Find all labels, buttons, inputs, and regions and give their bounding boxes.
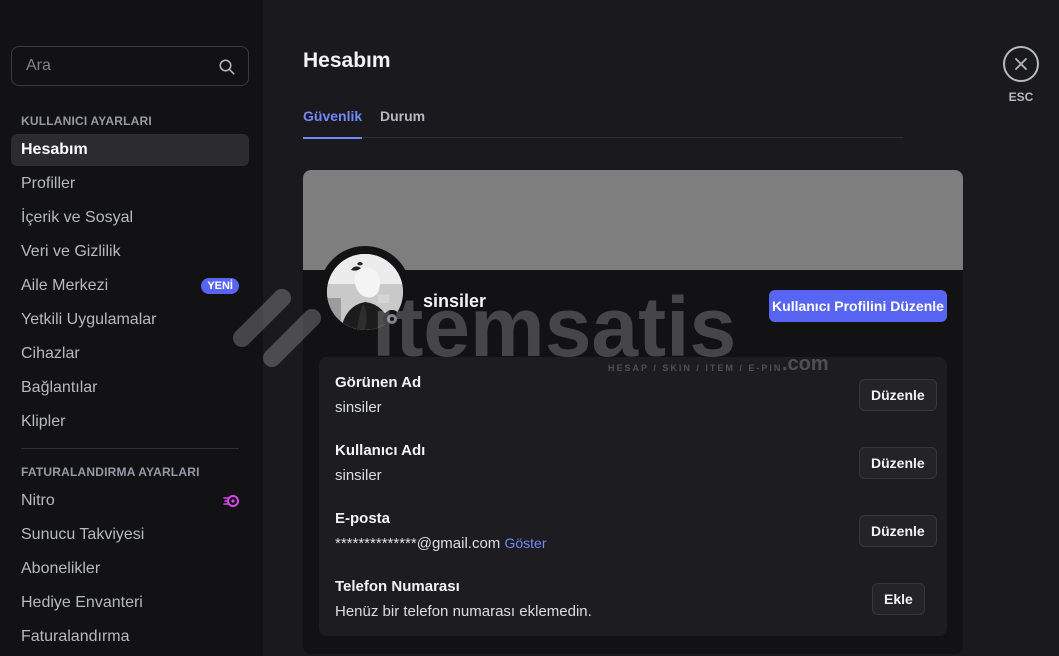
- sidebar-item-billing[interactable]: Faturalandırma: [11, 621, 249, 653]
- field-value: Henüz bir telefon numarası eklemedin.: [335, 603, 592, 620]
- sidebar-item-server-boost[interactable]: Sunucu Takviyesi: [11, 519, 249, 551]
- edit-display-name-button[interactable]: Düzenle: [859, 379, 937, 411]
- sidebar-item-label: Aile Merkezi: [21, 277, 109, 294]
- sidebar-item-data-privacy[interactable]: Veri ve Gizlilik: [11, 236, 249, 268]
- search-input[interactable]: [12, 47, 248, 85]
- sidebar-item-label: Sunucu Takviyesi: [21, 526, 145, 543]
- field-value-row: **************@gmail.com Göster: [335, 535, 547, 552]
- sidebar-divider: [21, 448, 239, 449]
- sidebar-item-clips[interactable]: Klipler: [11, 406, 249, 438]
- sidebar-item-profiles[interactable]: Profiller: [11, 168, 249, 200]
- page-title: Hesabım: [303, 49, 391, 72]
- sidebar-item-label: İçerik ve Sosyal: [21, 209, 134, 226]
- field-label: Telefon Numarası: [335, 578, 460, 595]
- status-offline-icon: [387, 314, 397, 324]
- field-phone: Telefon Numarası Henüz bir telefon numar…: [335, 578, 592, 620]
- profile-banner: [303, 170, 963, 270]
- edit-user-profile-button[interactable]: Kullanıcı Profilini Düzenle: [769, 290, 947, 322]
- sidebar-item-gift-inventory[interactable]: Hediye Envanteri: [11, 587, 249, 619]
- sidebar-item-label: Hediye Envanteri: [21, 594, 143, 611]
- sidebar-item-label: Veri ve Gizlilik: [21, 243, 121, 260]
- settings-sidebar: KULLANICI AYARLARI Hesabım Profiller İçe…: [0, 0, 263, 656]
- settings-content: Hesabım Güvenlik Durum ESC sinsiler Kull…: [263, 0, 1059, 656]
- field-label: Görünen Ad: [335, 374, 422, 391]
- field-value: sinsiler: [335, 399, 382, 416]
- nitro-icon: [223, 495, 239, 507]
- sidebar-item-my-account[interactable]: Hesabım: [11, 134, 249, 166]
- sidebar-item-label: Nitro: [21, 492, 55, 509]
- sidebar-item-label: Faturalandırma: [21, 628, 130, 645]
- add-phone-button[interactable]: Ekle: [872, 583, 925, 615]
- edit-username-button[interactable]: Düzenle: [859, 447, 937, 479]
- sidebar-item-family-center[interactable]: Aile Merkezi YENİ: [11, 270, 249, 302]
- tab-bar: Güvenlik Durum: [303, 104, 903, 139]
- sidebar-item-label: Yetkili Uygulamalar: [21, 311, 157, 328]
- sidebar-item-nitro[interactable]: Nitro: [11, 485, 249, 517]
- new-badge: YENİ: [201, 278, 239, 294]
- search-box: [11, 46, 249, 86]
- reveal-email-link[interactable]: Göster: [504, 535, 546, 551]
- sidebar-item-label: Bağlantılar: [21, 379, 98, 396]
- sidebar-item-label: Hesabım: [21, 141, 88, 158]
- field-label: E-posta: [335, 510, 391, 527]
- sidebar-item-connections[interactable]: Bağlantılar: [11, 372, 249, 404]
- status-indicator: [383, 310, 401, 328]
- tab-security[interactable]: Güvenlik: [303, 108, 363, 139]
- account-card: sinsiler Kullanıcı Profilini Düzenle Gör…: [303, 170, 963, 654]
- sidebar-item-label: Cihazlar: [21, 345, 80, 362]
- sidebar-item-subscriptions[interactable]: Abonelikler: [11, 553, 249, 585]
- close-control: ESC: [1003, 46, 1039, 104]
- sidebar-item-label: Profiller: [21, 175, 76, 192]
- profile-username: sinsiler: [423, 291, 487, 311]
- close-button[interactable]: [1003, 46, 1039, 82]
- section-title-billing-settings: FATURALANDIRMA AYARLARI: [21, 465, 200, 479]
- sidebar-item-authorized-apps[interactable]: Yetkili Uygulamalar: [11, 304, 249, 336]
- field-value: sinsiler: [335, 467, 382, 484]
- search-icon[interactable]: [218, 58, 236, 76]
- email-masked: **************@gmail.com: [335, 535, 501, 552]
- section-title-user-settings: KULLANICI AYARLARI: [21, 114, 152, 128]
- sidebar-item-content-social[interactable]: İçerik ve Sosyal: [11, 202, 249, 234]
- field-email: E-posta **************@gmail.com Göster: [335, 510, 547, 552]
- sidebar-item-label: Abonelikler: [21, 560, 101, 577]
- edit-email-button[interactable]: Düzenle: [859, 515, 937, 547]
- tab-status[interactable]: Durum: [380, 108, 425, 137]
- sidebar-item-devices[interactable]: Cihazlar: [11, 338, 249, 370]
- field-label: Kullanıcı Adı: [335, 442, 426, 459]
- esc-label: ESC: [1008, 90, 1034, 104]
- account-info-box: Görünen Ad sinsiler Düzenle Kullanıcı Ad…: [319, 357, 947, 636]
- field-display-name: Görünen Ad sinsiler: [335, 374, 421, 416]
- sidebar-item-label: Klipler: [21, 413, 66, 430]
- close-icon: [1015, 58, 1027, 70]
- field-username: Kullanıcı Adı sinsiler: [335, 442, 425, 484]
